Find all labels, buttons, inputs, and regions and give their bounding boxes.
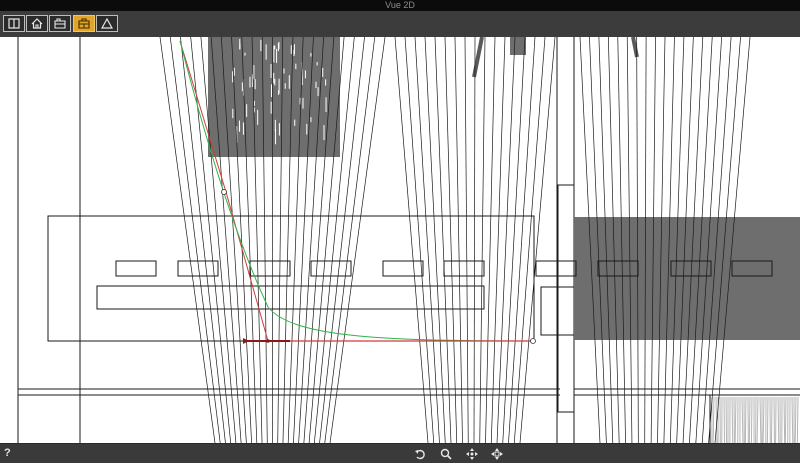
status-bar: ?	[0, 443, 800, 463]
zoom-button[interactable]	[438, 446, 454, 462]
view-side-button[interactable]	[73, 15, 95, 32]
pan-button[interactable]	[464, 446, 480, 462]
window-title: Vue 2D	[0, 0, 800, 11]
view-roof-button[interactable]	[96, 15, 118, 32]
undo-icon	[415, 449, 425, 460]
home-icon	[31, 18, 43, 29]
wireframe-drawing	[17, 37, 800, 443]
control-point	[266, 339, 270, 343]
undo-button[interactable]	[412, 446, 428, 462]
side-view-icon	[78, 18, 90, 29]
rotate-arrows-icon	[491, 448, 503, 460]
help-button[interactable]: ?	[4, 447, 11, 459]
dark-block-right	[574, 217, 800, 340]
panel-icon	[8, 18, 20, 29]
view-home-button[interactable]	[26, 15, 48, 32]
view-front-button[interactable]	[49, 15, 71, 32]
control-point	[221, 189, 227, 195]
rotate-button[interactable]	[489, 446, 505, 462]
roof-icon	[101, 18, 113, 29]
magnifier-icon	[440, 448, 452, 460]
front-view-icon	[54, 18, 66, 29]
drawing-canvas[interactable]	[0, 37, 800, 443]
main-toolbar	[0, 11, 800, 38]
arrow-marker	[243, 338, 249, 344]
vue2d-app: Vue 2D ?	[0, 0, 800, 463]
dark-stub	[510, 37, 526, 55]
panel-toggle-button[interactable]	[3, 15, 25, 32]
move-arrows-icon	[466, 448, 478, 460]
control-point	[530, 338, 536, 344]
hatch-bottom-right	[711, 396, 799, 443]
